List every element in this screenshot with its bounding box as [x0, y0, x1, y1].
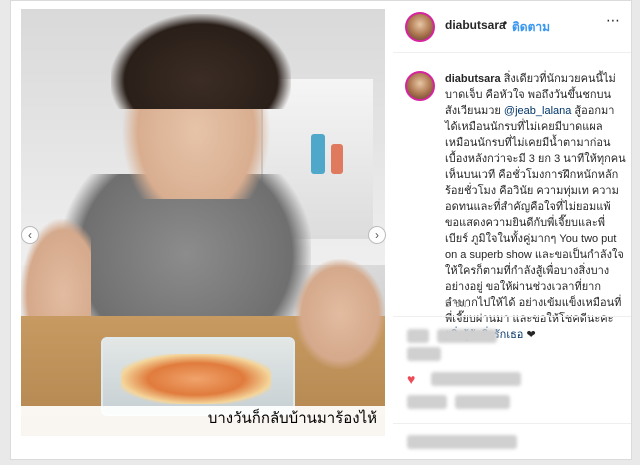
person-hand	[295, 259, 385, 369]
username[interactable]: diabutsara	[445, 18, 506, 32]
blurred-content	[407, 435, 517, 449]
heart-icon[interactable]: ♥	[407, 372, 423, 386]
blurred-content	[407, 329, 429, 343]
chevron-right-icon[interactable]: ›	[368, 226, 386, 244]
instagram-post: บางวันก็กลับบ้านมาร้องไห้ ‹ › diabutsara…	[10, 0, 632, 460]
follow-button[interactable]: ติดตาม	[512, 18, 550, 37]
person-hair	[111, 14, 291, 109]
comment-text: สู้ออกมาได้เหมือนนักรบที่ไม่เคยมีบาดแผล …	[445, 105, 626, 325]
post-side-panel: diabutsara • ติดตาม ⋯ diabutsara สิ่งเดี…	[393, 1, 631, 459]
add-comment-bar[interactable]	[393, 423, 631, 459]
bottle	[311, 134, 325, 174]
mention-link[interactable]: @jeab_lalana	[504, 105, 571, 117]
post-photo[interactable]: บางวันก็กลับบ้านมาร้องไห้	[21, 9, 385, 436]
separator-dot: •	[503, 16, 508, 30]
blurred-content	[437, 329, 497, 343]
food	[121, 354, 271, 404]
caption-comment: diabutsara สิ่งเดียวที่นักมวยคนนี้ไม่บาด…	[445, 71, 627, 343]
avatar[interactable]	[405, 12, 435, 42]
more-horizontal-icon[interactable]: ⋯	[606, 12, 621, 29]
post-header: diabutsara • ติดตาม ⋯	[393, 1, 631, 53]
blurred-content	[455, 395, 510, 409]
comment-username[interactable]: diabutsara	[445, 73, 501, 85]
blurred-content	[407, 395, 447, 409]
post-actions-area: ♥	[393, 316, 631, 459]
blurred-content	[407, 347, 441, 361]
bottle	[331, 144, 343, 174]
comment-avatar[interactable]	[405, 71, 435, 101]
post-timestamp: 5 ชม.	[445, 299, 470, 310]
chevron-left-icon[interactable]: ‹	[21, 226, 39, 244]
blurred-content	[431, 372, 521, 386]
caption-band: บางวันก็กลับบ้านมาร้องไห้	[21, 406, 385, 436]
photo-caption: บางวันก็กลับบ้านมาร้องไห้	[207, 410, 377, 427]
